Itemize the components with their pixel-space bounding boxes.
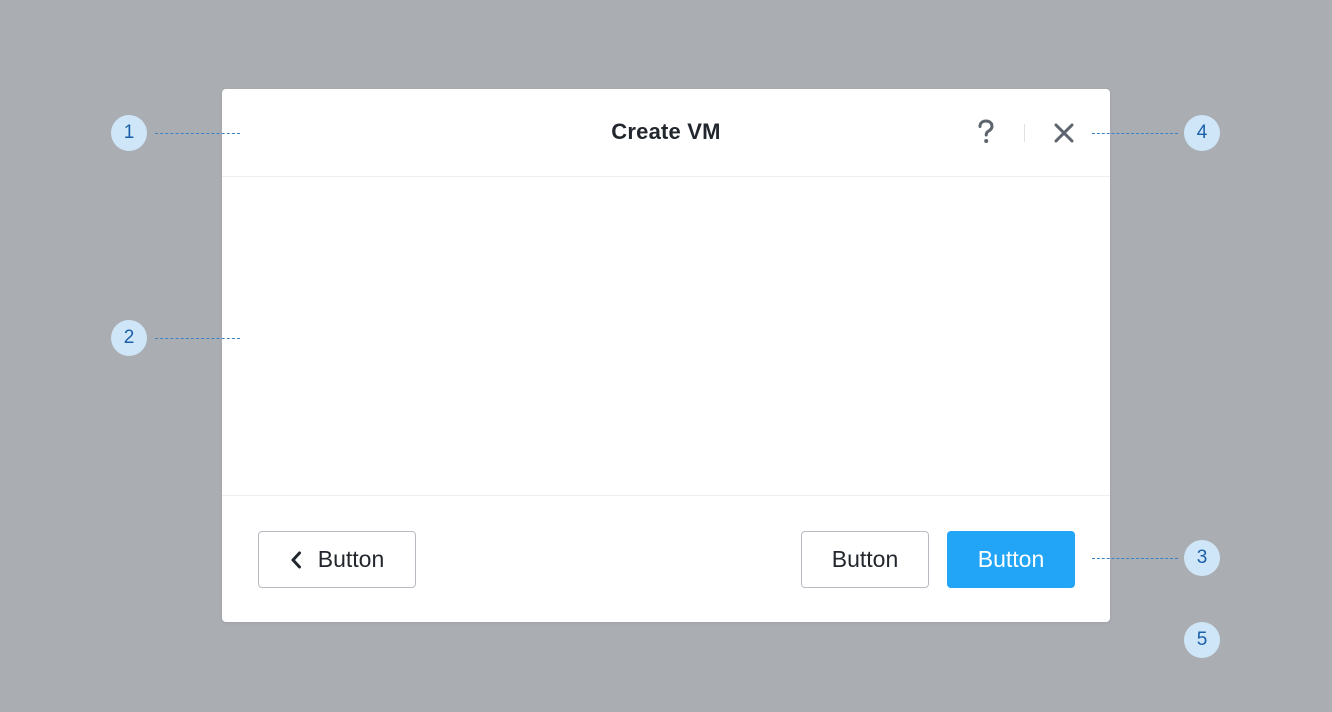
modal-footer: Button Button Button bbox=[222, 495, 1110, 622]
callout-leader-2 bbox=[155, 338, 240, 339]
back-button[interactable]: Button bbox=[258, 531, 416, 588]
callout-leader-4 bbox=[1092, 133, 1178, 134]
callout-badge-1: 1 bbox=[111, 115, 147, 151]
create-vm-modal: Create VM Button Button Button bbox=[222, 89, 1110, 622]
callout-badge-2: 2 bbox=[111, 320, 147, 356]
header-divider bbox=[1024, 124, 1025, 142]
chevron-left-icon bbox=[290, 550, 304, 570]
modal-body bbox=[222, 177, 1110, 495]
secondary-button-label: Button bbox=[831, 546, 899, 572]
callout-leader-1 bbox=[155, 133, 240, 134]
callout-badge-5: 5 bbox=[1184, 622, 1220, 658]
primary-button-label: Button bbox=[977, 546, 1045, 572]
primary-button[interactable]: Button bbox=[947, 531, 1075, 588]
callout-badge-3: 3 bbox=[1184, 540, 1220, 576]
modal-header: Create VM bbox=[222, 89, 1110, 177]
callout-badge-4: 4 bbox=[1184, 115, 1220, 151]
question-mark-icon[interactable] bbox=[974, 118, 998, 146]
secondary-button[interactable]: Button bbox=[801, 531, 929, 588]
callout-leader-3 bbox=[1092, 558, 1178, 559]
close-x-icon[interactable] bbox=[1052, 121, 1076, 145]
back-button-label: Button bbox=[317, 546, 385, 572]
